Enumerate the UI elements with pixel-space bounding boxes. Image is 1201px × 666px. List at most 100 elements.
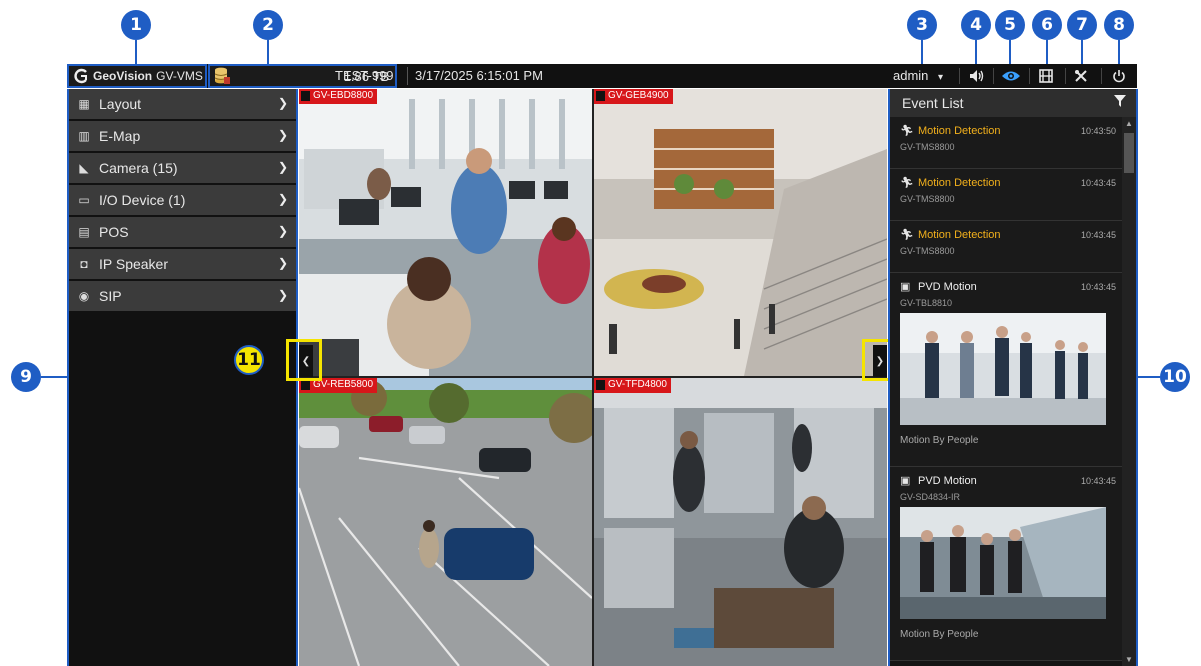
event-caption: Motion By People	[900, 435, 979, 446]
event-time: 10:43:45	[1080, 230, 1116, 240]
left-panel: ▦ Layout ❯ ▥ E-Map ❯ ◣ Camera (15) ❯ ▭ I…	[67, 89, 298, 666]
camera-name: GV-REB5800	[313, 379, 374, 390]
io-device-icon: ▭	[78, 193, 90, 207]
event-type: Motion Detection	[918, 176, 1001, 189]
event-device: GV-TMS8800	[900, 142, 955, 152]
camera-view[interactable]: GV-EBD8800	[299, 89, 592, 376]
event-device: GV-TMS8800	[900, 246, 955, 256]
caret-down-icon: ▾	[938, 72, 944, 83]
camera-view[interactable]: GV-REB5800	[299, 378, 592, 666]
pvd-icon: ▣	[900, 475, 911, 487]
highlight-box	[286, 339, 322, 381]
divider	[1029, 68, 1030, 84]
event-snapshot-image	[900, 313, 1106, 425]
record-indicator	[596, 380, 605, 390]
eye-icon	[1002, 71, 1020, 81]
event-snapshot-image	[900, 507, 1106, 619]
layout-icon: ▦	[78, 97, 90, 111]
chevron-down-icon: ❯	[277, 96, 288, 110]
divider	[1101, 68, 1102, 84]
scroll-down-icon[interactable]: ▼	[1122, 655, 1136, 664]
callout-9: 9	[11, 362, 41, 392]
pos-icon: ▤	[78, 225, 90, 239]
scrollbar-thumb[interactable]	[1124, 133, 1134, 173]
tools-icon	[1075, 70, 1087, 82]
sidebar-item-label: POS	[99, 224, 129, 240]
settings-button[interactable]	[1067, 64, 1095, 88]
event-device: GV-TMS8800	[900, 194, 955, 204]
callout-4-line	[975, 40, 977, 64]
event-time: 10:43:45	[1080, 476, 1116, 486]
event-list-title: Event List	[902, 95, 964, 111]
scroll-up-icon[interactable]: ▲	[1122, 119, 1136, 128]
sidebar-item-pos[interactable]: ▤ POS ❯	[69, 217, 296, 247]
camera-view[interactable]: GV-GEB4900	[594, 89, 887, 376]
callout-11: 11	[234, 345, 264, 375]
event-item[interactable]: 🏃︎ Motion Detection 10:43:45 GV-TMS8800	[890, 169, 1124, 221]
callout-3-line	[921, 40, 923, 64]
event-list-scrollbar[interactable]: ▲ ▼	[1122, 117, 1136, 666]
chevron-down-icon: ❯	[277, 128, 288, 142]
sidebar-item-io-device[interactable]: ▭ I/O Device (1) ❯	[69, 185, 296, 215]
event-time: 10:43:45	[1080, 282, 1116, 292]
speaker-icon: ◘	[80, 257, 88, 271]
event-item[interactable]: 🏃︎ Motion Detection 10:43:45 GV-TMS8800	[890, 221, 1124, 273]
sidebar-item-label: Camera (15)	[99, 160, 178, 176]
event-item[interactable]: 🏃︎ Motion Detection 10:43:50 GV-TMS8800	[890, 117, 1124, 169]
callout-1-line	[135, 40, 137, 64]
sidebar-item-label: E-Map	[99, 128, 141, 144]
event-type: Motion Detection	[918, 124, 1001, 137]
event-time: 10:43:50	[1080, 126, 1116, 136]
event-type: PVD Motion	[918, 280, 977, 293]
screenshot-root: 1 2 3 4 5 6 7 8 9 10 GeoVision GV-VMS 1.…	[0, 0, 1201, 666]
callout-7-line	[1081, 40, 1083, 64]
filter-icon[interactable]	[1114, 95, 1126, 107]
playback-button[interactable]	[1032, 64, 1060, 88]
callout-11-line	[264, 360, 286, 362]
sidebar-item-ip-speaker[interactable]: ◘ IP Speaker ❯	[69, 249, 296, 279]
sidebar-item-emap[interactable]: ▥ E-Map ❯	[69, 121, 296, 151]
volume-button[interactable]	[963, 64, 991, 88]
user-name: admin	[893, 68, 929, 83]
callout-6-line	[1046, 40, 1048, 64]
power-button[interactable]	[1105, 64, 1133, 88]
divider	[993, 68, 994, 84]
event-snapshot[interactable]	[900, 507, 1106, 619]
video-grid: GV-EBD8800 GV-GEB4900 GV-REB5800 GV-TFD4…	[299, 89, 887, 666]
current-datetime: 3/17/2025 6:15:01 PM	[415, 68, 543, 83]
camera-feed-image	[299, 89, 592, 376]
event-device: GV-SD4834-IR	[900, 492, 961, 502]
sidebar-item-camera[interactable]: ◣ Camera (15) ❯	[69, 153, 296, 183]
running-person-icon: 🏃︎	[900, 125, 914, 137]
camera-view[interactable]: GV-TFD4800	[594, 378, 887, 666]
camera-feed-image	[594, 89, 887, 376]
event-list-panel: Event List 🏃︎ Motion Detection 10:43:50 …	[888, 89, 1138, 666]
geovision-logo-icon	[74, 68, 87, 84]
callout-8: 8	[1104, 10, 1134, 40]
event-list-header: Event List	[890, 89, 1136, 117]
camera-label: GV-GEB4900	[594, 89, 673, 104]
event-item[interactable]: ▣ PVD Motion 10:43:45 GV-TBL8810 Motion	[890, 273, 1124, 467]
chevron-down-icon: ❯	[277, 288, 288, 302]
callout-10-line	[1138, 376, 1160, 378]
user-menu[interactable]: admin ▾	[893, 68, 943, 83]
sidebar-item-layout[interactable]: ▦ Layout ❯	[69, 89, 296, 119]
event-snapshot[interactable]	[900, 313, 1106, 425]
camera-name: GV-GEB4900	[608, 90, 669, 101]
camera-name: GV-TFD4800	[608, 379, 667, 390]
event-time: 10:43:45	[1080, 178, 1116, 188]
callout-7: 7	[1067, 10, 1097, 40]
callout-4: 4	[961, 10, 991, 40]
chevron-down-icon: ❯	[277, 256, 288, 270]
chevron-down-icon: ❯	[277, 224, 288, 238]
sidebar-item-sip[interactable]: ◉ SIP ❯	[69, 281, 296, 311]
host-name: TEST-999	[335, 68, 394, 83]
sidebar-item-label: Layout	[99, 96, 142, 112]
product-name: GV-VMS	[156, 69, 203, 83]
callout-5: 5	[995, 10, 1025, 40]
volume-icon	[970, 70, 984, 82]
event-type: Motion Detection	[918, 228, 1001, 241]
live-view-button[interactable]	[997, 64, 1025, 88]
event-item[interactable]: ▣ PVD Motion 10:43:45 GV-SD4834-IR Motio…	[890, 467, 1124, 661]
running-person-icon: 🏃︎	[900, 177, 914, 189]
